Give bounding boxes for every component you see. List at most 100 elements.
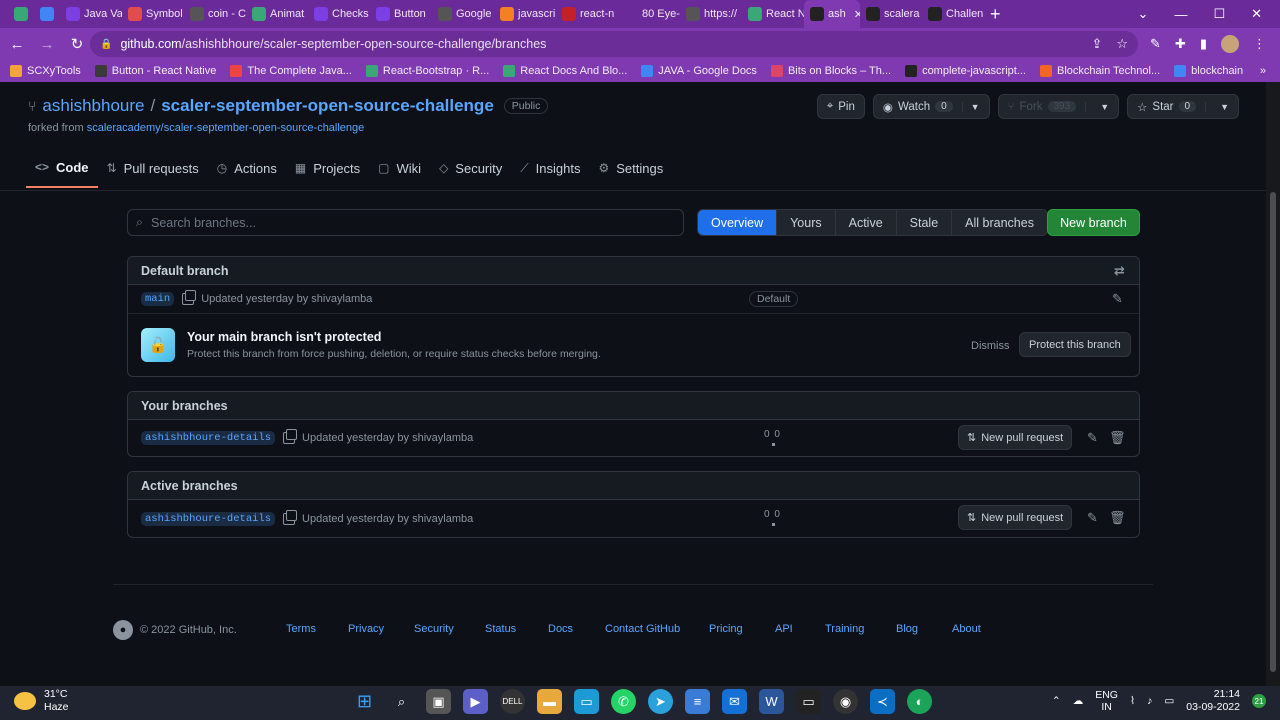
tab-wiki[interactable]: ▢ Wiki [369,148,430,188]
footer-link-blog[interactable]: Blog [896,623,918,635]
bookmark-item[interactable]: React Docs And Blo... [503,65,627,77]
pencil-icon[interactable]: ✎ [1112,291,1123,307]
tab-settings[interactable]: ⚙ Settings [589,148,672,188]
tab-code[interactable]: <> Code [26,148,98,188]
switch-default-icon[interactable]: ⇄ [1114,263,1125,279]
bookmark-item[interactable]: The Complete Java... [230,65,352,77]
branch-name[interactable]: ashishbhoure-details [141,431,276,445]
tab-security[interactable]: ◇ Security [430,148,511,188]
address-bar[interactable]: 🔒 github.com/ashishbhoure/scaler-septemb… [90,31,1138,57]
bookmark-star-icon[interactable]: ☆ [1116,36,1128,52]
chevron-down-icon[interactable]: ▼ [1205,101,1229,112]
dismiss-button[interactable]: Dismiss [971,340,1010,352]
browser-tab[interactable]: Checks [308,0,370,28]
back-button[interactable]: ← [4,36,30,53]
bookmark-item[interactable]: blockchain [1174,65,1243,77]
pencil-icon[interactable]: ✎ [1087,510,1098,526]
filter-overview[interactable]: Overview [698,210,777,235]
page-scrollbar[interactable] [1266,82,1280,686]
notepad-icon[interactable]: ≡ [685,689,710,714]
footer-link-docs[interactable]: Docs [548,623,573,635]
mail-icon[interactable]: ✉ [722,689,747,714]
browser-tab[interactable] [34,0,60,28]
footer-link-api[interactable]: API [775,623,793,635]
browser-tab[interactable]: Java Va [60,0,122,28]
browser-tab[interactable]: javascri [494,0,556,28]
trash-icon[interactable]: 🗑 [1109,430,1126,446]
browser-tab[interactable]: Symbol [122,0,184,28]
word-icon[interactable]: W [759,689,784,714]
tab-insights[interactable]: ⟋ Insights [511,148,589,188]
profile-avatar[interactable] [1221,35,1239,53]
copy-icon[interactable] [182,290,197,305]
filter-all-branches[interactable]: All branches [951,210,1047,235]
lock-icon[interactable]: 🔒 [100,39,112,50]
copy-icon[interactable] [283,509,298,525]
telegram-icon[interactable]: ➤ [648,689,673,714]
browser-tab[interactable] [8,0,34,28]
bookmark-item[interactable]: complete-javascript... [905,65,1026,77]
browser-tab[interactable]: React N [742,0,804,28]
teams-icon[interactable]: ▶ [463,689,488,714]
browser-tab[interactable]: ash ✕ [804,0,860,28]
minimize-button[interactable]: — [1174,7,1187,22]
dell-icon[interactable]: DELL [500,689,525,714]
tab-projects[interactable]: ▦ Projects [286,148,369,188]
weather-widget[interactable]: 31°C Haze [14,688,69,714]
bookmark-item[interactable]: React-Bootstrap · R... [365,65,489,77]
branch-name[interactable]: main [141,292,175,306]
trash-icon[interactable]: 🗑 [1109,510,1126,526]
footer-link-privacy[interactable]: Privacy [348,623,384,635]
footer-link-training[interactable]: Training [825,623,864,635]
repo-owner-link[interactable]: ashishbhoure [42,96,144,116]
bookmark-item[interactable]: Bits on Blocks – Th... [770,65,891,77]
browser-tab[interactable]: Animat [246,0,308,28]
star-button[interactable]: ☆ Star 0 ▼ [1127,94,1239,119]
browser-tab[interactable]: scalera [860,0,922,28]
filter-active[interactable]: Active [834,210,896,235]
notification-badge[interactable]: 21 [1252,694,1266,708]
chevron-up-icon[interactable]: ⌃ [1052,695,1061,707]
volume-icon[interactable]: ♪ [1147,695,1152,707]
wifi-icon[interactable]: ⌇ [1130,695,1135,707]
browser-tab[interactable]: Button [370,0,432,28]
windows-start-icon[interactable]: ⊞ [352,689,377,714]
new-tab-button[interactable]: + [990,4,1001,25]
new-branch-button[interactable]: New branch [1047,209,1140,236]
copy-icon[interactable] [283,429,298,444]
extension-icon[interactable]: ✎ [1150,36,1161,52]
browser-tab[interactable]: coin - C [184,0,246,28]
footer-link-terms[interactable]: Terms [286,623,316,635]
footer-link-security[interactable]: Security [414,623,454,635]
chevron-down-icon[interactable]: ▼ [1085,101,1109,112]
menu-kebab-icon[interactable]: ⋮ [1253,36,1266,52]
bookmark-item[interactable]: SCXyTools [10,65,81,77]
scrollbar-thumb[interactable] [1270,192,1276,672]
reload-button[interactable]: ↻ [64,35,90,53]
language-indicator[interactable]: ENG IN [1095,689,1118,713]
browser-tab[interactable]: 80 Eye- [618,0,680,28]
fork-button[interactable]: ⑂ Fork 393 ▼ [997,94,1120,119]
clock[interactable]: 21:14 03-09-2022 [1186,688,1240,714]
tab-pull-requests[interactable]: ⇅ Pull requests [98,148,208,188]
bookmark-item[interactable]: JAVA - Google Docs [641,65,757,77]
branch-name[interactable]: ashishbhoure-details [141,511,276,526]
browser-tab[interactable]: Google [432,0,494,28]
search-icon[interactable]: ⌕ [389,689,414,714]
edge-icon[interactable]: ◐ [907,689,932,714]
maximize-button[interactable]: ☐ [1213,6,1225,22]
puzzle-icon[interactable]: ✚ [1175,36,1186,52]
tab-actions[interactable]: ◷ Actions [208,148,286,188]
footer-link-pricing[interactable]: Pricing [709,623,743,635]
footer-link-status[interactable]: Status [485,623,516,635]
file-explorer-icon[interactable]: ▬ [537,689,562,714]
new-pull-request-button[interactable]: ⇅ New pull request [958,425,1073,450]
sidebar-icon[interactable]: ▮ [1200,36,1207,52]
close-window-button[interactable]: ✕ [1251,6,1262,22]
filter-yours[interactable]: Yours [776,210,835,235]
filter-stale[interactable]: Stale [895,210,952,235]
browser-tab[interactable]: https:// [680,0,742,28]
share-icon[interactable]: ⇪ [1091,36,1102,52]
watch-button[interactable]: ◉ Watch 0 ▼ [872,94,990,119]
battery-icon[interactable]: ▭ [1164,695,1174,707]
